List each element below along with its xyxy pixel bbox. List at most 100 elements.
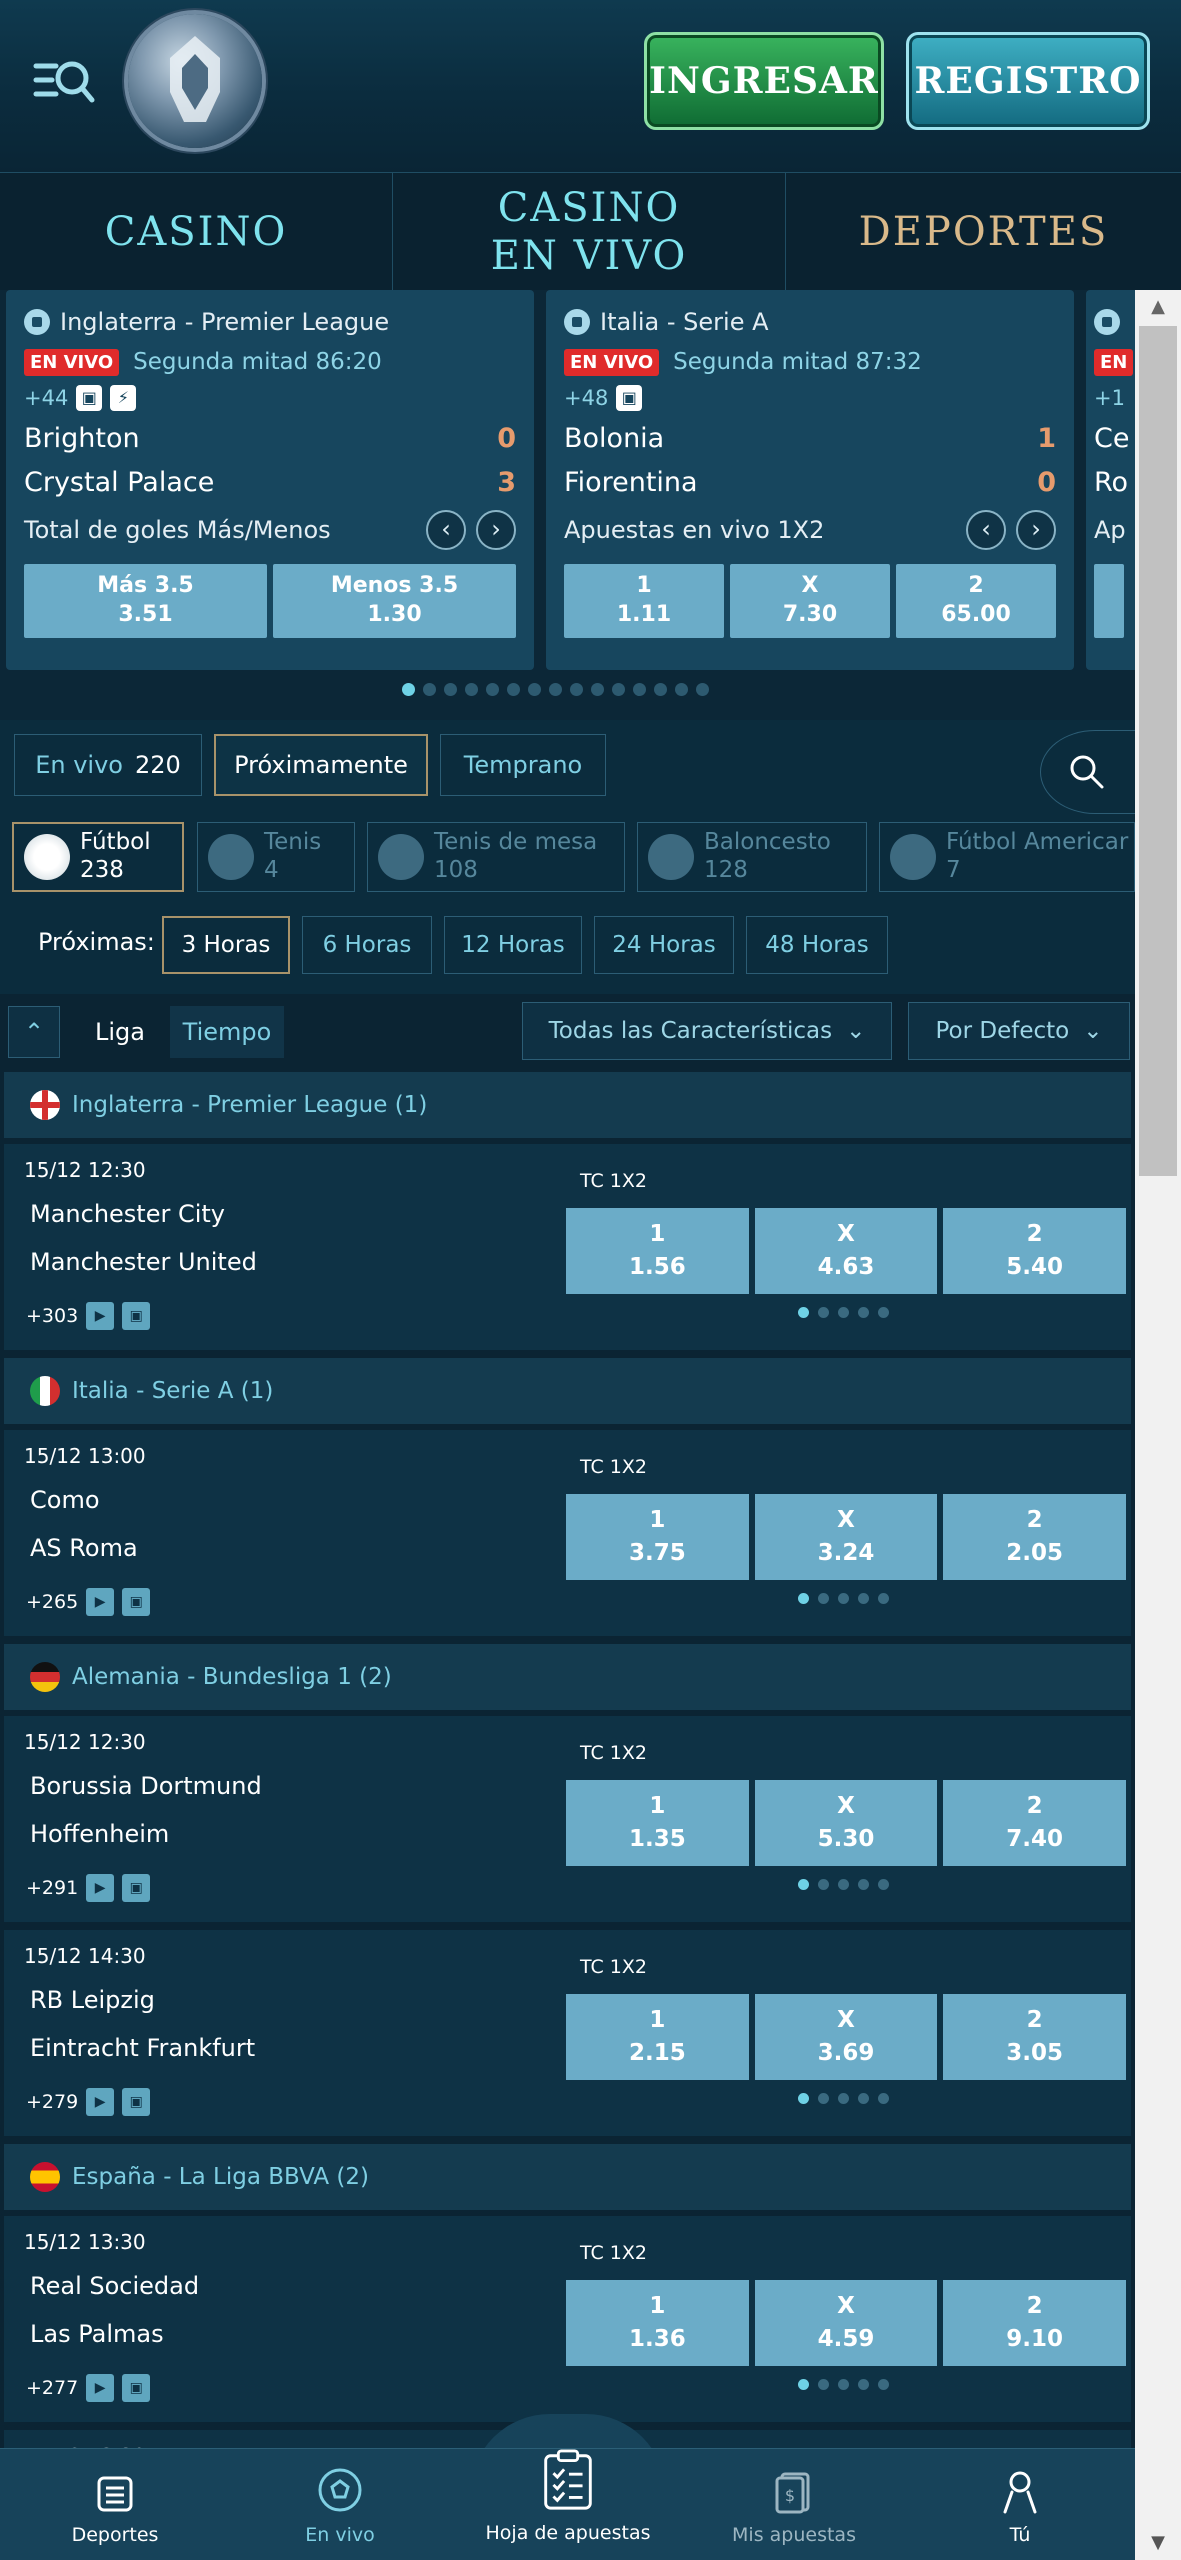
site-logo[interactable]	[128, 14, 262, 148]
league-header[interactable]: Inglaterra - Premier League (1)	[4, 1072, 1131, 1138]
tab-upcoming[interactable]: Próximamente	[214, 734, 428, 796]
odds-button[interactable]: 1 1.35	[566, 1780, 749, 1866]
sport-chip-table-tennis[interactable]: Tenis de mesa 108	[367, 822, 625, 892]
carousel-dot[interactable]	[465, 683, 478, 696]
market-dot[interactable]	[838, 2379, 849, 2390]
market-dot[interactable]	[798, 1307, 809, 1318]
market-dot[interactable]	[798, 1593, 809, 1604]
menu-search-button[interactable]	[30, 46, 100, 116]
scrollbar[interactable]: ▲ ▼	[1135, 290, 1181, 2560]
market-dot[interactable]	[878, 2379, 889, 2390]
odds-button[interactable]: X 7.30	[730, 564, 890, 638]
more-markets[interactable]: +277 ▶ ▣	[26, 2374, 151, 2402]
carousel-dot[interactable]	[591, 683, 604, 696]
odds-button[interactable]: 1 1.56	[566, 1208, 749, 1294]
odds-button[interactable]: 1 3.75	[566, 1494, 749, 1580]
market-dot[interactable]	[878, 1593, 889, 1604]
collapse-all-button[interactable]: ⌃	[8, 1006, 60, 1058]
hours-option-6[interactable]: 6 Horas	[302, 916, 432, 974]
login-button[interactable]: INGRESAR	[644, 32, 884, 130]
chevron-right-icon[interactable]: ›	[476, 510, 516, 550]
odds-button[interactable]: 2 9.10	[943, 2280, 1127, 2366]
market-dot[interactable]	[798, 1879, 809, 1890]
odds-button[interactable]: Menos 3.5 1.30	[273, 564, 516, 638]
hours-option-3[interactable]: 3 Horas	[162, 916, 290, 974]
market-dot[interactable]	[798, 2379, 809, 2390]
scrollbar-thumb[interactable]	[1139, 326, 1177, 1176]
odds-button[interactable]: 2 65.00	[896, 564, 1056, 638]
featured-card-partial[interactable]: EN +1 Ce Ro Ap	[1086, 290, 1135, 670]
more-markets[interactable]: +279 ▶ ▣	[26, 2088, 151, 2116]
market-dot[interactable]	[818, 1593, 829, 1604]
market-dot[interactable]	[818, 1879, 829, 1890]
more-markets[interactable]: +303 ▶ ▣	[26, 1302, 151, 1330]
hours-option-48[interactable]: 48 Horas	[746, 916, 888, 974]
market-dot[interactable]	[858, 1593, 869, 1604]
nav-live-casino[interactable]: CASINO EN VIVO	[392, 173, 786, 291]
bottom-nav-betslip[interactable]: Hoja de apuestas	[458, 2448, 678, 2560]
odds-button[interactable]: 1 1.11	[564, 564, 724, 638]
more-markets[interactable]: +291 ▶ ▣	[26, 1874, 151, 1902]
bottom-nav-profile[interactable]: Tú	[930, 2448, 1110, 2560]
carousel-dot[interactable]	[633, 683, 646, 696]
market-dot[interactable]	[838, 1307, 849, 1318]
nav-sports[interactable]: DEPORTES	[786, 173, 1181, 291]
match-row[interactable]: 15/12 14:30 RB Leipzig Eintracht Frankfurt…	[4, 1930, 1131, 2136]
match-row[interactable]: 15/12 13:00 Como AS Roma +265 ▶ ▣ TC 1X2 1 3.75 X…	[4, 1430, 1131, 1636]
market-dot[interactable]	[838, 2093, 849, 2104]
match-row[interactable]: 15/12 12:30 Manchester City Manchester Uni…	[4, 1144, 1131, 1350]
carousel-dot[interactable]	[423, 683, 436, 696]
sort-dropdown[interactable]: Por Defecto ⌄	[908, 1002, 1130, 1060]
odds-button[interactable]: 1 1.36	[566, 2280, 749, 2366]
sport-chip-basketball[interactable]: Baloncesto 128	[637, 822, 867, 892]
bottom-nav-sports[interactable]: Deportes	[20, 2448, 210, 2560]
league-header[interactable]: España - La Liga BBVA (2)	[4, 2144, 1131, 2210]
hours-option-24[interactable]: 24 Horas	[594, 916, 734, 974]
odds-button[interactable]: X 3.24	[754, 1494, 938, 1580]
features-dropdown[interactable]: Todas las Características ⌄	[522, 1002, 892, 1060]
market-dot[interactable]	[798, 2093, 809, 2104]
odds-button[interactable]: X 3.69	[754, 1994, 938, 2080]
carousel-dot[interactable]	[402, 683, 415, 696]
scroll-up-arrow-icon[interactable]: ▲	[1135, 290, 1181, 324]
carousel-dot[interactable]	[675, 683, 688, 696]
chevron-left-icon[interactable]: ‹	[966, 510, 1006, 550]
market-dot[interactable]	[818, 2379, 829, 2390]
odds-button[interactable]: 2 2.05	[943, 1494, 1127, 1580]
sport-chip-american-football[interactable]: Fútbol Americar 7	[879, 822, 1135, 892]
nav-casino[interactable]: CASINO	[0, 173, 392, 291]
sport-chip-football[interactable]: Fútbol 238	[12, 822, 184, 892]
hours-option-12[interactable]: 12 Horas	[444, 916, 582, 974]
chevron-left-icon[interactable]: ‹	[426, 510, 466, 550]
more-markets-count[interactable]: +48	[564, 386, 608, 410]
scroll-down-arrow-icon[interactable]: ▼	[1135, 2526, 1181, 2560]
odds-button[interactable]: Más 3.5 3.51	[24, 564, 267, 638]
odds-button[interactable]	[1094, 564, 1124, 638]
odds-button[interactable]: X 4.63	[754, 1208, 938, 1294]
league-header[interactable]: Italia - Serie A (1)	[4, 1358, 1131, 1424]
more-markets[interactable]: +265 ▶ ▣	[26, 1588, 151, 1616]
carousel-dot[interactable]	[507, 683, 520, 696]
odds-button[interactable]: X 4.59	[754, 2280, 938, 2366]
carousel-dot[interactable]	[696, 683, 709, 696]
odds-button[interactable]: 2 3.05	[943, 1994, 1127, 2080]
market-dot[interactable]	[878, 1307, 889, 1318]
bottom-nav-my-bets[interactable]: $ Mis apuestas	[706, 2448, 882, 2560]
chevron-right-icon[interactable]: ›	[1016, 510, 1056, 550]
odds-button[interactable]: 1 2.15	[566, 1994, 749, 2080]
market-dot[interactable]	[858, 2093, 869, 2104]
market-dot[interactable]	[858, 1307, 869, 1318]
tab-live[interactable]: En vivo 220	[14, 734, 202, 796]
odds-button[interactable]: X 5.30	[754, 1780, 938, 1866]
featured-card[interactable]: Italia - Serie A EN VIVO Segunda mitad 87…	[546, 290, 1074, 670]
carousel-dot[interactable]	[612, 683, 625, 696]
carousel-dot[interactable]	[549, 683, 562, 696]
sport-chip-tennis[interactable]: Tenis 4	[197, 822, 355, 892]
carousel-dot[interactable]	[570, 683, 583, 696]
search-button[interactable]	[1040, 730, 1135, 814]
match-row[interactable]: 15/12 12:30 Borussia Dortmund Hoffenheim +2…	[4, 1716, 1131, 1922]
tab-early[interactable]: Temprano	[440, 734, 606, 796]
bottom-nav-live[interactable]: En vivo	[250, 2448, 430, 2560]
odds-button[interactable]: 2 5.40	[943, 1208, 1127, 1294]
market-dot[interactable]	[838, 1879, 849, 1890]
